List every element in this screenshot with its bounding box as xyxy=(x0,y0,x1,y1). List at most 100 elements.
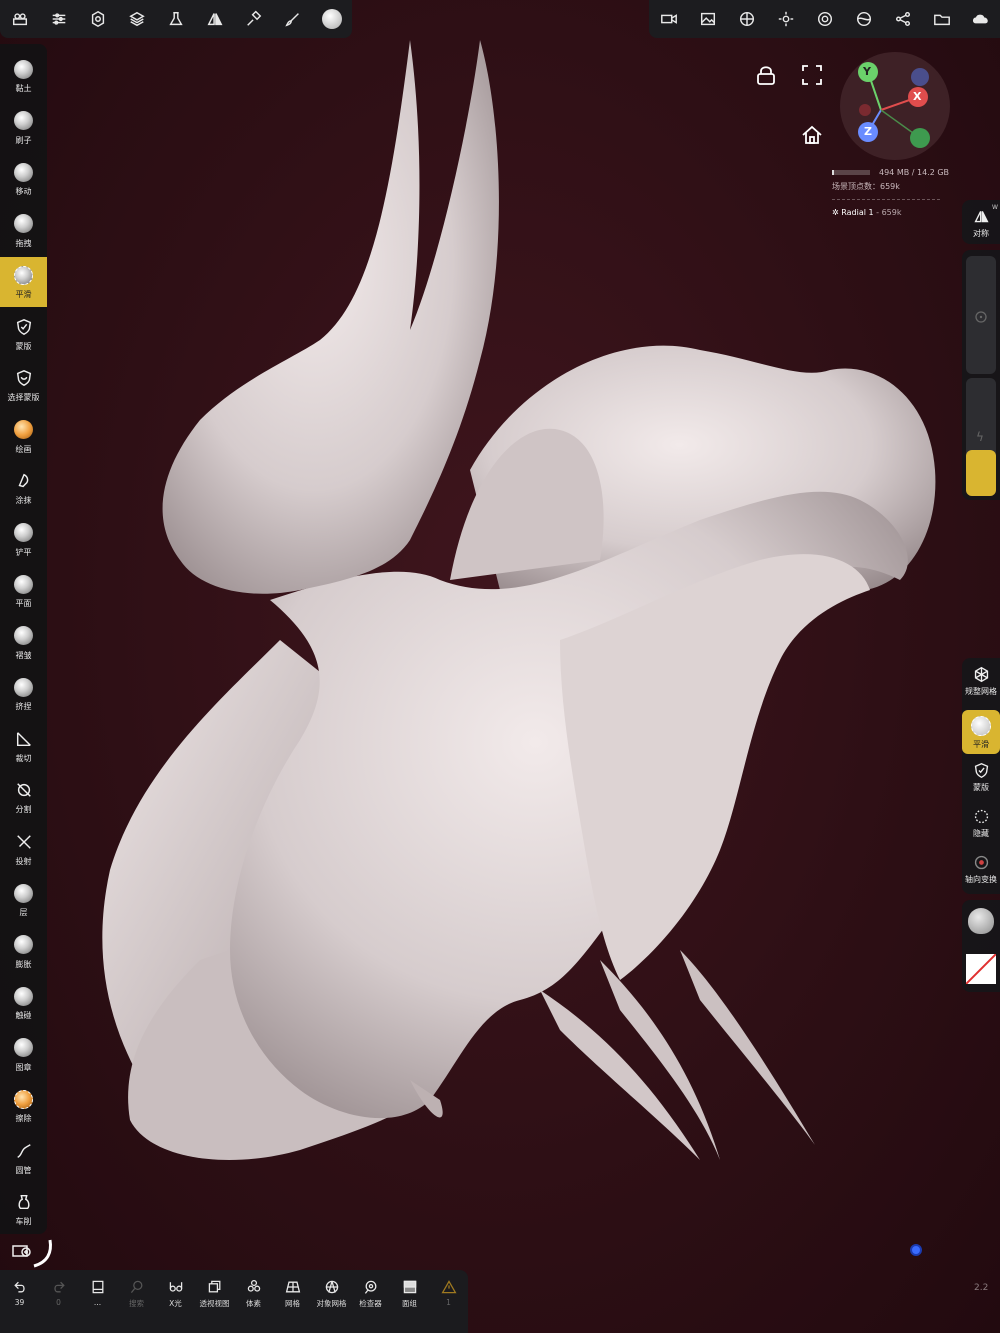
shading-icon[interactable] xyxy=(805,0,844,38)
radial-icon: ✲ xyxy=(832,208,839,217)
fullscreen-icon[interactable] xyxy=(801,64,823,90)
tool-drag-sphere[interactable]: 拖拽 xyxy=(0,206,47,256)
transform-quick-button[interactable]: 轴向变换 xyxy=(962,854,1000,885)
bottom-object-mesh-button[interactable]: 对象网格 xyxy=(312,1270,351,1333)
radial-count: - 659k xyxy=(873,208,902,217)
radial-info[interactable]: ✲ Radial 1 - 659k xyxy=(832,208,901,217)
search-icon xyxy=(129,1277,145,1297)
vertex-count: 场景顶点数：659k xyxy=(832,182,900,191)
material-icon[interactable] xyxy=(727,0,766,38)
tool-label: 蒙版 xyxy=(15,341,32,351)
radial-dial-icon[interactable] xyxy=(24,1238,54,1270)
top-left-toolbar xyxy=(0,0,352,38)
clay-sphere-icon xyxy=(14,59,34,79)
tool-move-sphere[interactable]: 移动 xyxy=(0,154,47,204)
tool-tube-sphere[interactable]: 触碰 xyxy=(0,978,47,1028)
bottom-doc-button[interactable]: ... xyxy=(78,1270,117,1333)
memory-stat: 494 MB / 14.2 GB xyxy=(879,168,950,177)
scene-icon[interactable] xyxy=(0,0,39,38)
bottom-facegroup-button[interactable]: 面组 xyxy=(390,1270,429,1333)
bottom-xray-button[interactable]: X光 xyxy=(156,1270,195,1333)
pivot-dot[interactable] xyxy=(910,1244,922,1256)
image-icon[interactable] xyxy=(688,0,727,38)
layers-icon[interactable] xyxy=(117,0,156,38)
bottom-redo-button[interactable]: 0 xyxy=(39,1270,78,1333)
bottom-mesh-button[interactable]: 网格 xyxy=(273,1270,312,1333)
flatten-sphere-icon xyxy=(14,523,34,543)
tool-label: 图章 xyxy=(15,1062,32,1072)
tool-brush-sphere[interactable]: 刷子 xyxy=(0,103,47,153)
bottom-undo-button[interactable]: 39 xyxy=(0,1270,39,1333)
bottom-search-button[interactable]: 搜索 xyxy=(117,1270,156,1333)
home-icon[interactable] xyxy=(801,124,823,150)
bottom-warning-button[interactable]: 1 xyxy=(429,1270,468,1333)
axis-gizmo[interactable]: Y X Z xyxy=(840,52,950,160)
tool-inflate-sphere[interactable]: 膨胀 xyxy=(0,927,47,977)
tool-lathe[interactable]: 车削 xyxy=(0,1184,47,1234)
smudge-icon xyxy=(14,471,34,491)
no-texture-swatch[interactable] xyxy=(966,954,996,984)
tool-paint-sphere[interactable]: 绘画 xyxy=(0,412,47,462)
hammer-icon[interactable] xyxy=(234,0,273,38)
smooth-tool-icon[interactable] xyxy=(312,0,351,38)
gear-icon[interactable] xyxy=(78,0,117,38)
symmetry-icon[interactable] xyxy=(195,0,234,38)
radius-slider[interactable] xyxy=(966,256,996,374)
quick-tools-panel: 规整网格 平滑 蒙版 隐藏 轴向变换 xyxy=(962,658,1000,894)
hide-quick-label: 隐藏 xyxy=(973,829,989,838)
tool-layer-sphere[interactable]: 层 xyxy=(0,875,47,925)
tool-smudge[interactable]: 涂抹 xyxy=(0,463,47,513)
hide-quick-button[interactable]: 隐藏 xyxy=(962,808,1000,839)
settings-sliders-icon[interactable] xyxy=(39,0,78,38)
tool-tube-curve[interactable]: 圆管 xyxy=(0,1133,47,1183)
tool-pinch-sphere[interactable]: 挤捏 xyxy=(0,669,47,719)
tool-label: 绘画 xyxy=(15,444,32,454)
material-preview[interactable] xyxy=(968,908,994,934)
folder-icon[interactable] xyxy=(922,0,961,38)
bottom-label: 透视视图 xyxy=(199,1299,230,1308)
tool-select-mask[interactable]: 选择蒙版 xyxy=(0,360,47,410)
bottom-inspector-button[interactable]: 检查器 xyxy=(351,1270,390,1333)
lock-icon[interactable] xyxy=(755,64,777,90)
intensity-slider[interactable]: ϟ xyxy=(966,378,996,496)
share-icon[interactable] xyxy=(883,0,922,38)
xray-icon xyxy=(168,1277,184,1297)
trim-icon xyxy=(14,729,34,749)
tool-trim[interactable]: 裁切 xyxy=(0,721,47,771)
remesh-button[interactable]: 规整网格 xyxy=(962,666,1000,697)
mask-quick-button[interactable]: 蒙版 xyxy=(962,762,1000,793)
bottom-perspective-button[interactable]: 透视视图 xyxy=(195,1270,234,1333)
radial-name: Radial 1 xyxy=(841,208,874,217)
tool-planar-sphere[interactable]: 平面 xyxy=(0,566,47,616)
light-icon[interactable] xyxy=(766,0,805,38)
tool-mask[interactable]: 蒙版 xyxy=(0,309,47,359)
remesh-label: 规整网格 xyxy=(965,687,997,696)
mesh-icon xyxy=(285,1277,301,1297)
env-icon[interactable] xyxy=(844,0,883,38)
tool-split[interactable]: 分割 xyxy=(0,772,47,822)
tool-stamp-sphere[interactable]: 图章 xyxy=(0,1030,47,1080)
camera-icon[interactable] xyxy=(649,0,688,38)
bottom-voxel-button[interactable]: 体素 xyxy=(234,1270,273,1333)
tool-project[interactable]: 投射 xyxy=(0,824,47,874)
brush-slider-panel: ϟ xyxy=(962,250,1000,500)
bottom-label: ... xyxy=(93,1298,102,1307)
tool-erase-sphere[interactable]: 擦除 xyxy=(0,1081,47,1131)
smooth-quick-button[interactable]: 平滑 xyxy=(962,710,1000,754)
flask-icon[interactable] xyxy=(156,0,195,38)
cloud-icon[interactable] xyxy=(961,0,1000,38)
gizmo-x-label: X xyxy=(913,90,922,103)
erase-sphere-icon xyxy=(14,1089,34,1109)
tool-flatten-sphere[interactable]: 铲平 xyxy=(0,515,47,565)
smooth-icon xyxy=(14,265,34,285)
tool-clay-sphere[interactable]: 黏土 xyxy=(0,51,47,101)
tool-crease-sphere[interactable]: 褶皱 xyxy=(0,618,47,668)
split-icon xyxy=(14,780,34,800)
tool-label: 膨胀 xyxy=(15,959,32,969)
tool-label: 触碰 xyxy=(15,1011,32,1020)
tool-smooth[interactable]: 平滑 xyxy=(0,257,47,307)
brush-icon[interactable] xyxy=(273,0,312,38)
symmetry-button[interactable]: 对称 xyxy=(962,208,1000,239)
paint-sphere-icon xyxy=(14,420,34,440)
perspective-icon xyxy=(207,1277,223,1297)
